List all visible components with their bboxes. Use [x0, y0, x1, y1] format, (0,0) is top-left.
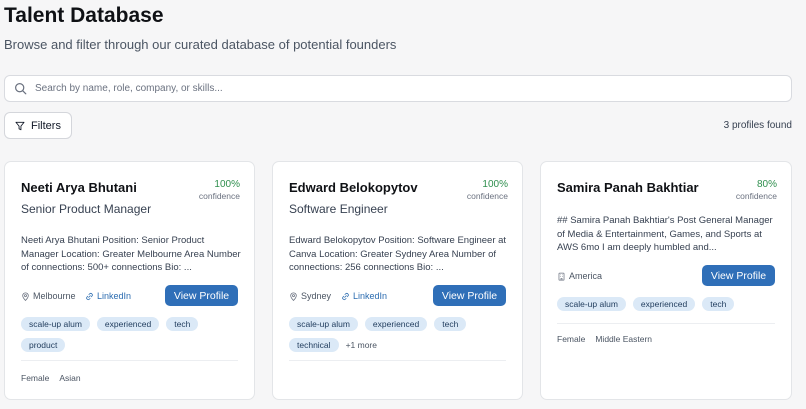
- view-profile-button[interactable]: View Profile: [165, 285, 238, 306]
- page-subtitle: Browse and filter through our curated da…: [4, 37, 397, 52]
- profile-role: Software Engineer: [289, 202, 388, 216]
- demographics: Female Middle Eastern: [557, 334, 652, 344]
- location-label: Sydney: [301, 291, 332, 301]
- tag: tech: [702, 297, 735, 311]
- linkedin-label: LinkedIn: [97, 291, 132, 301]
- more-tags-link[interactable]: +1 more: [346, 340, 377, 350]
- ethnicity: Middle Eastern: [595, 334, 653, 344]
- confidence-score: 100% confidence: [467, 179, 508, 201]
- profile-name: Neeti Arya Bhutani: [21, 180, 137, 195]
- search-bar[interactable]: [4, 75, 792, 102]
- location-label: America: [569, 271, 603, 281]
- confidence-value: 100%: [214, 179, 240, 190]
- divider: [21, 360, 238, 361]
- link-icon: [342, 292, 349, 300]
- tag-list: scale-up alum experienced tech technical…: [289, 317, 509, 352]
- tag-list: scale-up alum experienced tech: [557, 297, 777, 311]
- profile-description: Neeti Arya Bhutani Position: Senior Prod…: [21, 235, 241, 273]
- profile-name: Samira Panah Bakhtiar: [557, 180, 699, 195]
- location: Sydney: [289, 291, 331, 301]
- confidence-score: 100% confidence: [199, 179, 240, 201]
- tag: tech: [166, 317, 199, 331]
- divider: [289, 360, 506, 361]
- profile-description: ## Samira Panah Bakhtiar's Post General …: [557, 215, 773, 253]
- confidence-score: 80% confidence: [736, 179, 777, 201]
- linkedin-link[interactable]: LinkedIn: [341, 291, 387, 301]
- tag-list: scale-up alum experienced tech product: [21, 317, 241, 352]
- search-icon: [15, 83, 27, 95]
- tag: scale-up alum: [289, 317, 358, 331]
- confidence-value: 80%: [756, 179, 777, 190]
- filter-icon: [15, 121, 25, 130]
- profile-role: Senior Product Manager: [21, 202, 152, 216]
- confidence-label: confidence: [466, 191, 508, 201]
- confidence-label: confidence: [198, 191, 240, 201]
- view-profile-button[interactable]: View Profile: [433, 285, 506, 306]
- building-icon: [558, 272, 565, 281]
- location: America: [557, 271, 602, 281]
- map-pin-icon: [22, 292, 29, 301]
- gender: Female: [21, 373, 50, 383]
- profile-card: Neeti Arya Bhutani Senior Product Manage…: [4, 161, 255, 400]
- tag: technical: [289, 338, 339, 352]
- demographics: Female Asian: [21, 373, 81, 383]
- location: Melbourne: [21, 291, 76, 301]
- tag: experienced: [96, 317, 160, 331]
- tag: tech: [434, 317, 467, 331]
- linkedin-label: LinkedIn: [353, 291, 388, 301]
- tag: product: [21, 338, 66, 352]
- location-label: Melbourne: [33, 291, 76, 301]
- profile-description: Edward Belokopytov Position: Software En…: [289, 235, 507, 273]
- tag: scale-up alum: [21, 317, 90, 331]
- linkedin-link[interactable]: LinkedIn: [85, 291, 131, 301]
- profile-card: Edward Belokopytov Software Engineer 100…: [272, 161, 523, 400]
- profile-card: Samira Panah Bakhtiar 80% confidence ## …: [540, 161, 792, 400]
- profile-name: Edward Belokopytov: [289, 180, 418, 195]
- ethnicity: Asian: [59, 373, 81, 383]
- filters-button[interactable]: Filters: [4, 112, 72, 139]
- view-profile-button[interactable]: View Profile: [702, 265, 775, 286]
- search-input[interactable]: [35, 83, 775, 94]
- divider: [557, 323, 775, 324]
- confidence-value: 100%: [482, 179, 508, 190]
- confidence-label: confidence: [735, 191, 777, 201]
- link-icon: [86, 292, 93, 300]
- gender: Female: [557, 334, 586, 344]
- map-pin-icon: [290, 292, 297, 301]
- filters-label: Filters: [31, 119, 61, 132]
- page-title: Talent Database: [4, 4, 164, 27]
- tag: scale-up alum: [557, 297, 626, 311]
- profiles-count: 3 profiles found: [723, 120, 792, 131]
- tag: experienced: [364, 317, 428, 331]
- tag: experienced: [632, 297, 696, 311]
